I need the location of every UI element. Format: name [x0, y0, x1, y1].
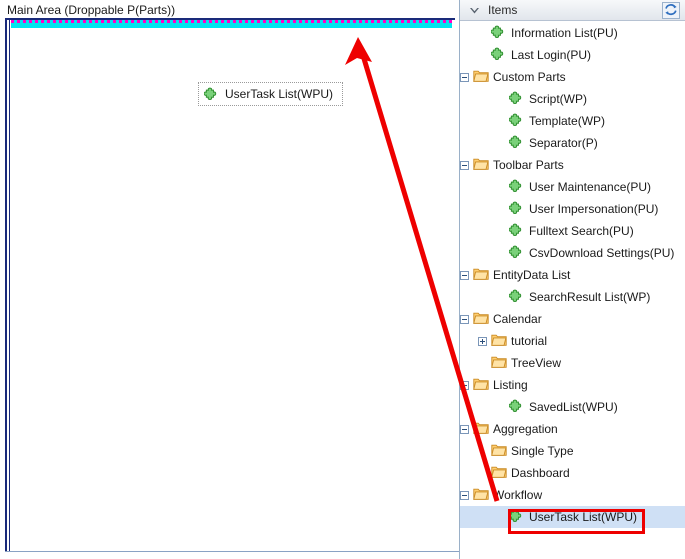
tree-row-label: Last Login(PU) [511, 48, 592, 62]
folder-icon [491, 355, 507, 371]
puzzle-piece-icon [509, 223, 525, 239]
puzzle-piece-icon [491, 47, 507, 63]
puzzle-piece-icon [509, 201, 525, 217]
tree-row[interactable]: Aggregation [460, 418, 685, 440]
tree-row-label: User Impersonation(PU) [529, 202, 659, 216]
tree-row[interactable]: TreeView [460, 352, 685, 374]
tree-row[interactable]: Last Login(PU) [460, 44, 685, 66]
tree-row-label: SearchResult List(WP) [529, 290, 651, 304]
tree-row[interactable]: SearchResult List(WP) [460, 286, 685, 308]
folder-icon [473, 69, 489, 85]
tree-row[interactable]: Single Type [460, 440, 685, 462]
tree-row-label: CsvDownload Settings(PU) [529, 246, 675, 260]
puzzle-piece-icon [509, 289, 525, 305]
items-panel-header[interactable]: Items [460, 0, 685, 21]
tree-row[interactable]: Template(WP) [460, 110, 685, 132]
tree-row[interactable]: EntityData List [460, 264, 685, 286]
collapse-node-icon[interactable] [460, 160, 469, 170]
tree-row[interactable]: User Maintenance(PU) [460, 176, 685, 198]
tree-row[interactable]: Information List(PU) [460, 22, 685, 44]
items-panel: Items Information List(PU) Last Login(PU)… [459, 0, 685, 559]
main-area-bottom-rule [5, 551, 459, 552]
folder-icon [473, 157, 489, 173]
puzzle-piece-icon [509, 509, 525, 525]
tree-row-label: TreeView [511, 356, 562, 370]
tree-row-label: Fulltext Search(PU) [529, 224, 634, 238]
tree-row[interactable]: Separator(P) [460, 132, 685, 154]
folder-icon [473, 377, 489, 393]
tree-row[interactable]: User Impersonation(PU) [460, 198, 685, 220]
items-tree[interactable]: Information List(PU) Last Login(PU) Custom… [460, 22, 685, 559]
puzzle-piece-icon [509, 135, 525, 151]
dragged-part-label: UserTask List(WPU) [225, 87, 334, 101]
tree-row[interactable]: Custom Parts [460, 66, 685, 88]
expand-node-icon[interactable] [478, 336, 487, 346]
puzzle-piece-icon [509, 91, 525, 107]
folder-icon [491, 465, 507, 481]
collapse-node-icon[interactable] [460, 270, 469, 280]
puzzle-piece-icon [204, 87, 219, 102]
tree-row[interactable]: Toolbar Parts [460, 154, 685, 176]
tree-row[interactable]: Script(WP) [460, 88, 685, 110]
collapse-node-icon[interactable] [460, 424, 469, 434]
tree-row-label: Dashboard [511, 466, 570, 480]
folder-icon [491, 333, 507, 349]
folder-icon [473, 487, 489, 503]
tree-row-label: Workflow [493, 488, 543, 502]
tree-row[interactable]: Workflow [460, 484, 685, 506]
dragged-part-chip[interactable]: UserTask List(WPU) [198, 82, 344, 106]
folder-icon [473, 421, 489, 437]
puzzle-piece-icon [509, 113, 525, 129]
puzzle-piece-icon [509, 179, 525, 195]
refresh-icon[interactable] [662, 2, 680, 19]
items-panel-title: Items [488, 3, 518, 17]
drop-position-indicator-dashes [11, 20, 452, 23]
tree-row-label: Custom Parts [493, 70, 566, 84]
tree-row[interactable]: Fulltext Search(PU) [460, 220, 685, 242]
tree-row-label: tutorial [511, 334, 548, 348]
drop-position-indicator [11, 20, 452, 28]
collapse-node-icon[interactable] [460, 380, 469, 390]
chevron-down-icon[interactable] [468, 4, 481, 17]
tree-row-label: Toolbar Parts [493, 158, 564, 172]
tree-row[interactable]: Dashboard [460, 462, 685, 484]
collapse-node-icon[interactable] [460, 72, 469, 82]
main-area-title: Main Area (Droppable P(Parts)) [7, 3, 176, 17]
tree-row-label: Single Type [511, 444, 574, 458]
tree-row-label: Calendar [493, 312, 542, 326]
folder-icon [473, 311, 489, 327]
folder-icon [491, 443, 507, 459]
tree-row-label: SavedList(WPU) [529, 400, 618, 414]
folder-icon [473, 267, 489, 283]
puzzle-piece-icon [491, 25, 507, 41]
collapse-node-icon[interactable] [460, 314, 469, 324]
tree-row[interactable]: SavedList(WPU) [460, 396, 685, 418]
tree-row-label: Information List(PU) [511, 26, 618, 40]
tree-row[interactable]: UserTask List(WPU) [460, 506, 685, 528]
tree-row-label: Separator(P) [529, 136, 598, 150]
tree-row-label: Listing [493, 378, 528, 392]
collapse-node-icon[interactable] [460, 490, 469, 500]
tree-row-label: Template(WP) [529, 114, 606, 128]
tree-row-label: UserTask List(WPU) [529, 510, 638, 524]
main-area: Main Area (Droppable P(Parts)) UserTask … [0, 0, 459, 559]
puzzle-piece-icon [509, 399, 525, 415]
tree-row-label: Aggregation [493, 422, 558, 436]
tree-row-label: User Maintenance(PU) [529, 180, 652, 194]
tree-row[interactable]: tutorial [460, 330, 685, 352]
tree-row-label: EntityData List [493, 268, 571, 282]
puzzle-piece-icon [509, 245, 525, 261]
tree-row[interactable]: Calendar [460, 308, 685, 330]
tree-row[interactable]: CsvDownload Settings(PU) [460, 242, 685, 264]
tree-row[interactable]: Listing [460, 374, 685, 396]
tree-row-label: Script(WP) [529, 92, 587, 106]
